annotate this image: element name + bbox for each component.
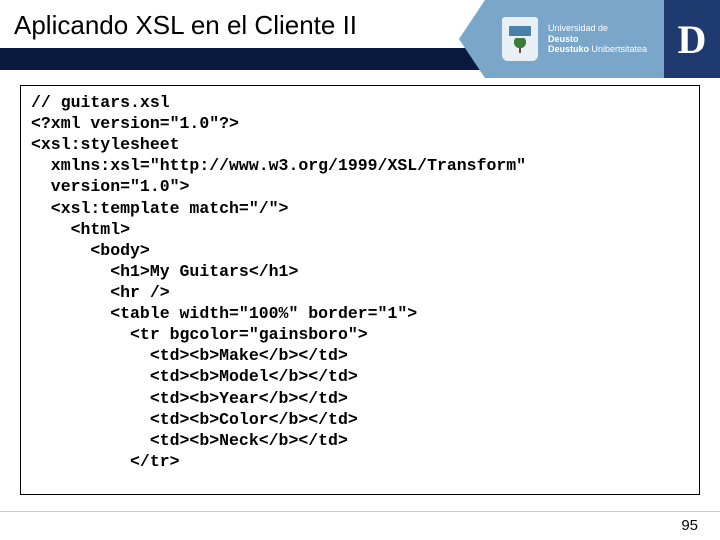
code-line: version="1.0"> xyxy=(31,177,189,196)
code-line: <xsl:template match="/"> xyxy=(31,199,288,218)
code-line: <tr bgcolor="gainsboro"> xyxy=(31,325,368,344)
footer-divider xyxy=(0,511,720,512)
logo-chevron xyxy=(459,0,485,78)
code-line: <body> xyxy=(31,241,150,260)
uni-line2: Deusto xyxy=(548,34,647,45)
title-underline-bar xyxy=(0,48,485,70)
code-line: <table width="100%" border="1"> xyxy=(31,304,417,323)
code-line: <hr /> xyxy=(31,283,170,302)
logo-main: Universidad de Deusto Deustuko Unibertsi… xyxy=(485,0,664,78)
code-line: <td><b>Neck</b></td> xyxy=(31,431,348,450)
code-line: <html> xyxy=(31,220,130,239)
crest-tree-icon xyxy=(513,38,527,52)
code-line: </tr> xyxy=(31,452,180,471)
code-line: <td><b>Color</b></td> xyxy=(31,410,358,429)
university-logo: Universidad de Deusto Deustuko Unibertsi… xyxy=(485,0,720,78)
university-name: Universidad de Deusto Deustuko Unibertsi… xyxy=(548,23,647,55)
slide-header: Aplicando XSL en el Cliente II Universid… xyxy=(0,0,720,78)
code-line: <td><b>Year</b></td> xyxy=(31,389,348,408)
code-block: // guitars.xsl <?xml version="1.0"?> <xs… xyxy=(20,85,700,495)
code-line: <td><b>Model</b></td> xyxy=(31,367,358,386)
page-number: 95 xyxy=(681,517,698,534)
code-line: // guitars.xsl xyxy=(31,93,170,112)
uni-line3-rest: Unibertsitatea xyxy=(589,44,647,54)
logo-letter-d: D xyxy=(664,0,720,78)
code-line: <xsl:stylesheet xyxy=(31,135,180,154)
code-line: <h1>My Guitars</h1> xyxy=(31,262,298,281)
uni-line3-bold: Deustuko xyxy=(548,44,589,54)
code-line: <?xml version="1.0"?> xyxy=(31,114,239,133)
crest-books-icon xyxy=(509,26,531,36)
crest-icon xyxy=(502,17,538,61)
uni-line3: Deustuko Unibertsitatea xyxy=(548,44,647,55)
code-line: xmlns:xsl="http://www.w3.org/1999/XSL/Tr… xyxy=(31,156,526,175)
code-line: <td><b>Make</b></td> xyxy=(31,346,348,365)
uni-line1: Universidad de xyxy=(548,23,647,34)
